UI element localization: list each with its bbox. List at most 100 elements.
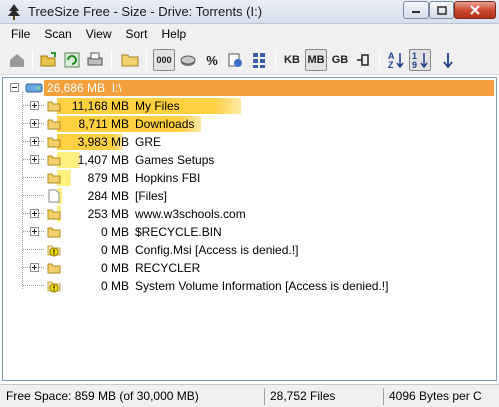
folder-name: Config.Msi [Access is denied.!]	[135, 243, 299, 257]
tree-connector	[23, 177, 45, 178]
menu-bar: File Scan View Sort Help	[0, 24, 499, 45]
tree-row[interactable]: 879 MB Hopkins FBI	[3, 169, 496, 187]
sort-19-icon: 1 9	[412, 51, 428, 70]
unit-mb-label: MB	[307, 54, 325, 66]
plus-icon	[32, 157, 37, 162]
tree-connector	[23, 285, 45, 286]
up-button[interactable]	[6, 49, 28, 71]
free-space-status: Free Space: 859 MB (of 30,000 MB)	[6, 389, 199, 403]
toolbar-separator	[146, 51, 147, 69]
folder-size: 11,168 MB	[71, 99, 129, 113]
percent-button[interactable]: %	[201, 49, 223, 71]
sort-az-icon: A Z	[388, 51, 404, 70]
folder-size: 0 MB	[100, 243, 129, 257]
collapse-toggle[interactable]	[10, 83, 19, 92]
expand-toggle[interactable]	[30, 119, 39, 128]
close-button[interactable]	[454, 1, 496, 19]
treesize-app-icon[interactable]	[5, 3, 23, 21]
plus-icon	[32, 265, 37, 270]
folder-icon	[121, 54, 139, 67]
explore-button[interactable]	[119, 49, 141, 71]
open-folder-icon	[40, 52, 56, 67]
expand-toggle[interactable]	[30, 137, 39, 146]
unit-mb-button[interactable]: MB	[305, 49, 327, 71]
expand-toggle[interactable]	[30, 209, 39, 218]
menu-view[interactable]: View	[79, 24, 119, 45]
folder-size: 0 MB	[100, 279, 129, 293]
percent-label: %	[206, 52, 218, 68]
tree-row[interactable]: 1,407 MB Games Setups	[3, 151, 496, 169]
folder-tree[interactable]: 26,686 MB I:\ 11,168 MB My Files 8,711 MB D…	[2, 77, 497, 381]
unit-gb-button[interactable]: GB	[329, 49, 351, 71]
folder-name: System Volume Information [Access is den…	[135, 279, 389, 293]
toolbar-separator	[379, 51, 380, 69]
expand-toggle[interactable]	[30, 101, 39, 110]
folder-size: 0 MB	[100, 261, 129, 275]
sort-az-bottom: Z	[388, 60, 394, 70]
folder-name: GRE	[135, 135, 162, 149]
sort-descending-button[interactable]	[437, 49, 459, 71]
window-title: TreeSize Free - Size - Drive: Torrents (…	[28, 4, 263, 19]
expand-toggle[interactable]	[30, 155, 39, 164]
file-count-button[interactable]	[224, 49, 246, 71]
menu-file[interactable]: File	[4, 24, 37, 45]
status-divider	[264, 388, 265, 405]
grid-icon	[253, 53, 265, 68]
printer-icon	[87, 52, 103, 66]
arrow-down-icon	[443, 53, 453, 69]
close-icon	[470, 5, 480, 15]
toolbar-separator	[32, 51, 33, 69]
minus-icon	[12, 87, 17, 88]
expand-toggle[interactable]	[30, 263, 39, 272]
tree-row[interactable]: 8,711 MB Downloads	[3, 115, 496, 133]
plus-icon	[32, 103, 37, 108]
root-path: I:\	[111, 81, 122, 95]
folder-name: Downloads	[135, 117, 195, 131]
folder-name: [Files]	[135, 189, 168, 203]
show-size-button[interactable]: 000	[153, 49, 175, 71]
status-divider	[383, 388, 384, 405]
print-button[interactable]	[84, 49, 106, 71]
open-folder-button[interactable]	[38, 49, 60, 71]
tree-row[interactable]: 0 MB RECYCLER	[3, 259, 496, 277]
plus-icon	[32, 139, 37, 144]
maximize-icon	[436, 5, 447, 15]
unit-kb-button[interactable]: KB	[281, 49, 303, 71]
allocated-space-button[interactable]	[177, 49, 199, 71]
unit-gb-label: GB	[331, 54, 349, 66]
tree-row[interactable]: 0 MB $RECYCLE.BIN	[3, 223, 496, 241]
tree-root-row[interactable]: 26,686 MB I:\	[3, 79, 496, 97]
folder-name: RECYCLER	[135, 261, 201, 275]
tree-row[interactable]: 0 MB System Volume Information [Access is…	[3, 277, 496, 295]
toolbar-separator	[111, 51, 112, 69]
tree-row[interactable]: 284 MB [Files]	[3, 187, 496, 205]
menu-help[interactable]: Help	[155, 24, 194, 45]
expand-toggle[interactable]	[30, 227, 39, 236]
auto-unit-icon	[357, 54, 369, 66]
minimize-button[interactable]	[403, 1, 429, 19]
tree-row[interactable]: 11,168 MB My Files	[3, 97, 496, 115]
sort-by-size-button[interactable]: 1 9	[409, 49, 431, 71]
folder-size: 879 MB	[87, 171, 129, 185]
tree-row[interactable]: 253 MB www.w3schools.com	[3, 205, 496, 223]
folder-size: 284 MB	[87, 189, 129, 203]
disk-icon	[180, 55, 196, 66]
menu-sort[interactable]: Sort	[119, 24, 155, 45]
title-bar[interactable]: TreeSize Free - Size - Drive: Torrents (…	[0, 0, 499, 24]
tree-row[interactable]: 0 MB Config.Msi [Access is denied.!]	[3, 241, 496, 259]
folder-size: 1,407 MB	[77, 153, 129, 167]
menu-scan[interactable]: Scan	[37, 24, 78, 45]
maximize-button[interactable]	[429, 1, 454, 19]
root-size: 26,686 MB	[47, 81, 106, 95]
refresh-button[interactable]	[61, 49, 83, 71]
folder-size: 8,711 MB	[78, 117, 129, 131]
folder-name: www.w3schools.com	[135, 207, 246, 221]
tree-row[interactable]: 3,983 MB GRE	[3, 133, 496, 151]
grid-view-button[interactable]	[248, 49, 270, 71]
folder-size: 253 MB	[87, 207, 129, 221]
sort-by-name-button[interactable]: A Z	[385, 49, 407, 71]
toolbar-separator	[275, 51, 276, 69]
unit-auto-button[interactable]	[353, 49, 375, 71]
file-count-status: 28,752 Files	[270, 389, 336, 403]
unit-kb-label: KB	[284, 54, 300, 66]
